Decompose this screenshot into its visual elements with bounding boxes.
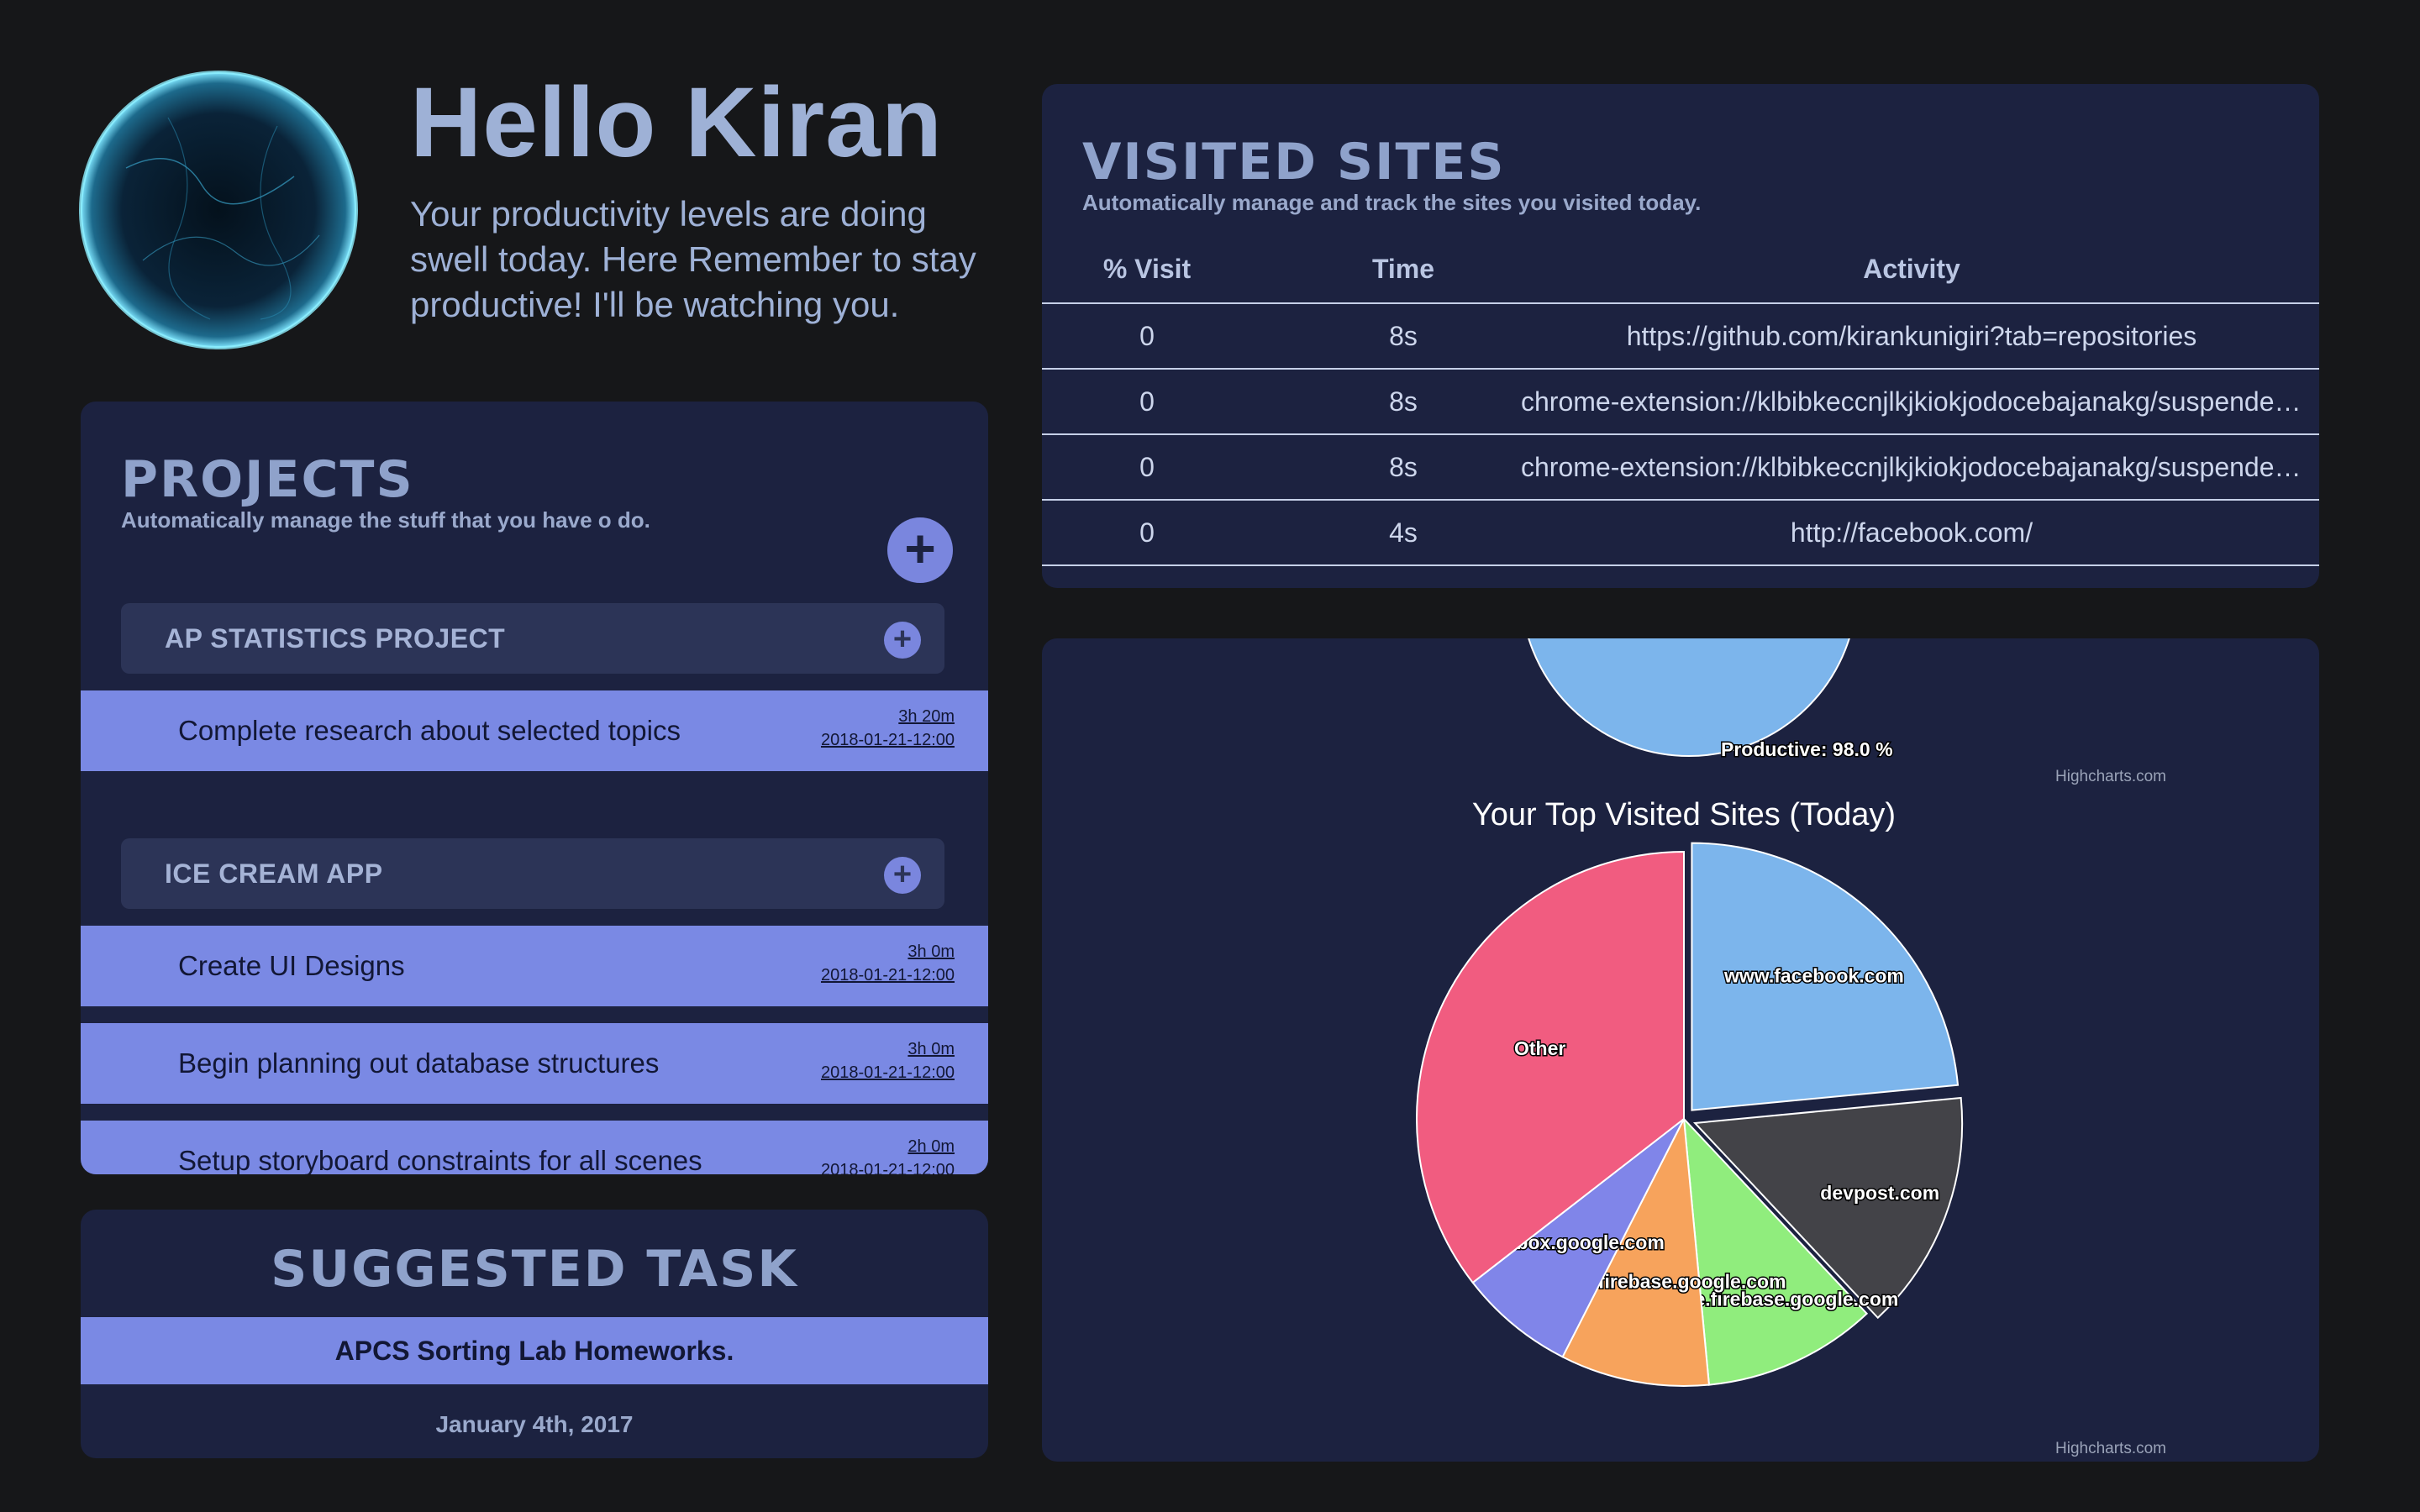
column-header-time[interactable]: Time <box>1286 235 1521 302</box>
task-title: Create UI Designs <box>178 950 405 981</box>
task-duration[interactable]: 3h 20m <box>898 707 955 727</box>
visited-sites-card: VISITED SITES Automatically manage and t… <box>1042 84 2319 588</box>
avatar-orb <box>79 71 358 349</box>
visit-percent: 0 <box>1139 517 1155 548</box>
task-title: Begin planning out database structures <box>178 1047 660 1079</box>
projects-title: PROJECTS <box>121 450 414 509</box>
task-title: Setup storyboard constraints for all sce… <box>178 1145 702 1174</box>
task-due-date[interactable]: 2018-01-21-12:00 <box>821 1063 955 1083</box>
task-duration[interactable]: 2h 0m <box>908 1137 955 1157</box>
visit-time: 8s <box>1389 321 1418 351</box>
activity-url[interactable]: https://github.com/kirankunigiri?tab=rep… <box>1521 304 2302 368</box>
task-due-date[interactable]: 2018-01-21-12:00 <box>821 731 955 750</box>
plus-icon: + <box>892 622 913 657</box>
suggested-task-card: SUGGESTED TASK APCS Sorting Lab Homework… <box>81 1210 988 1458</box>
charts-svg: Productive: 98.0 % Highcharts.com Your T… <box>1416 638 2166 1457</box>
pie-chart-title: Your Top Visited Sites (Today) <box>1472 797 1896 832</box>
suggested-task-date: January 4th, 2017 <box>435 1411 634 1437</box>
project-group-ice-cream-app[interactable]: ICE CREAM APP + <box>121 838 944 909</box>
activity-url[interactable]: chrome-extension://klbibkeccnjlkjkiokjod… <box>1521 370 2302 433</box>
productive-credit[interactable]: Highcharts.com <box>2055 768 2166 785</box>
activity-url[interactable]: http://facebook.com/ <box>1521 501 2302 564</box>
visited-sites-subtitle: Automatically manage and track the sites… <box>1082 190 1702 215</box>
project-group-label: AP STATISTICS PROJECT <box>165 623 506 654</box>
pie-data-label: Other <box>1514 1037 1565 1059</box>
task-title: Complete research about selected topics <box>178 715 681 746</box>
add-task-button[interactable]: + <box>884 857 921 894</box>
column-header-activity[interactable]: Activity <box>1521 235 2302 302</box>
visit-percent: 0 <box>1139 321 1155 351</box>
projects-card: PROJECTS Automatically manage the stuff … <box>81 402 988 1174</box>
column-header-visit[interactable]: % Visit <box>1042 235 1252 302</box>
visited-sites-title: VISITED SITES <box>1082 133 1506 192</box>
suggested-task-title: SUGGESTED TASK <box>271 1240 798 1299</box>
task-due-date[interactable]: 2018-01-21-12:00 <box>821 966 955 985</box>
pie-data-label: devpost.com <box>1820 1182 1939 1204</box>
pie-chart: www.facebook.comdevpost.comconsole.fireb… <box>1416 842 1964 1387</box>
plus-icon: + <box>904 518 936 579</box>
project-group-label: ICE CREAM APP <box>165 858 383 889</box>
pie-data-label: www.facebook.com <box>1723 965 1904 987</box>
activity-url[interactable]: chrome-extension://klbibkeccnjlkjkiokjod… <box>1521 435 2302 499</box>
table-row: 0 4s http://facebook.com/ <box>1042 501 2319 566</box>
plus-icon: + <box>892 857 913 892</box>
project-group-ap-statistics[interactable]: AP STATISTICS PROJECT + <box>121 603 944 674</box>
task-row[interactable]: Complete research about selected topics … <box>81 690 988 771</box>
productive-label: Productive: 98.0 % <box>1721 738 1893 760</box>
projects-subtitle: Automatically manage the stuff that you … <box>121 507 650 533</box>
task-row[interactable]: Setup storyboard constraints for all sce… <box>81 1121 988 1174</box>
task-duration[interactable]: 3h 0m <box>908 942 955 962</box>
visit-percent: 0 <box>1139 386 1155 417</box>
visit-time: 8s <box>1389 452 1418 482</box>
table-row: 0 8s chrome-extension://klbibkeccnjlkjki… <box>1042 435 2319 501</box>
suggested-task-text: APCS Sorting Lab Homeworks. <box>334 1336 734 1366</box>
suggested-task-row[interactable]: APCS Sorting Lab Homeworks. <box>81 1317 988 1384</box>
visit-time: 8s <box>1389 386 1418 417</box>
table-header: % Visit Time Activity <box>1042 235 2319 304</box>
table-row: 0 8s https://github.com/kirankunigiri?ta… <box>1042 304 2319 370</box>
visit-percent: 0 <box>1139 452 1155 482</box>
task-row[interactable]: Create UI Designs 3h 0m 2018-01-21-12:00 <box>81 926 988 1006</box>
add-task-button[interactable]: + <box>884 622 921 659</box>
task-row[interactable]: Begin planning out database structures 3… <box>81 1023 988 1104</box>
add-project-button[interactable]: + <box>887 517 953 583</box>
task-duration[interactable]: 3h 0m <box>908 1040 955 1059</box>
greeting-title: Hello Kiran <box>410 67 943 178</box>
greeting-subtitle: Your productivity levels are doing swell… <box>410 194 976 324</box>
task-due-date[interactable]: 2018-01-21-12:00 <box>821 1161 955 1174</box>
pie-chart-credit[interactable]: Highcharts.com <box>2055 1440 2166 1457</box>
table-row: 0 8s chrome-extension://klbibkeccnjlkjki… <box>1042 370 2319 435</box>
visit-time: 4s <box>1389 517 1418 548</box>
charts-card: Productive: 98.0 % Highcharts.com Your T… <box>1042 638 2319 1462</box>
